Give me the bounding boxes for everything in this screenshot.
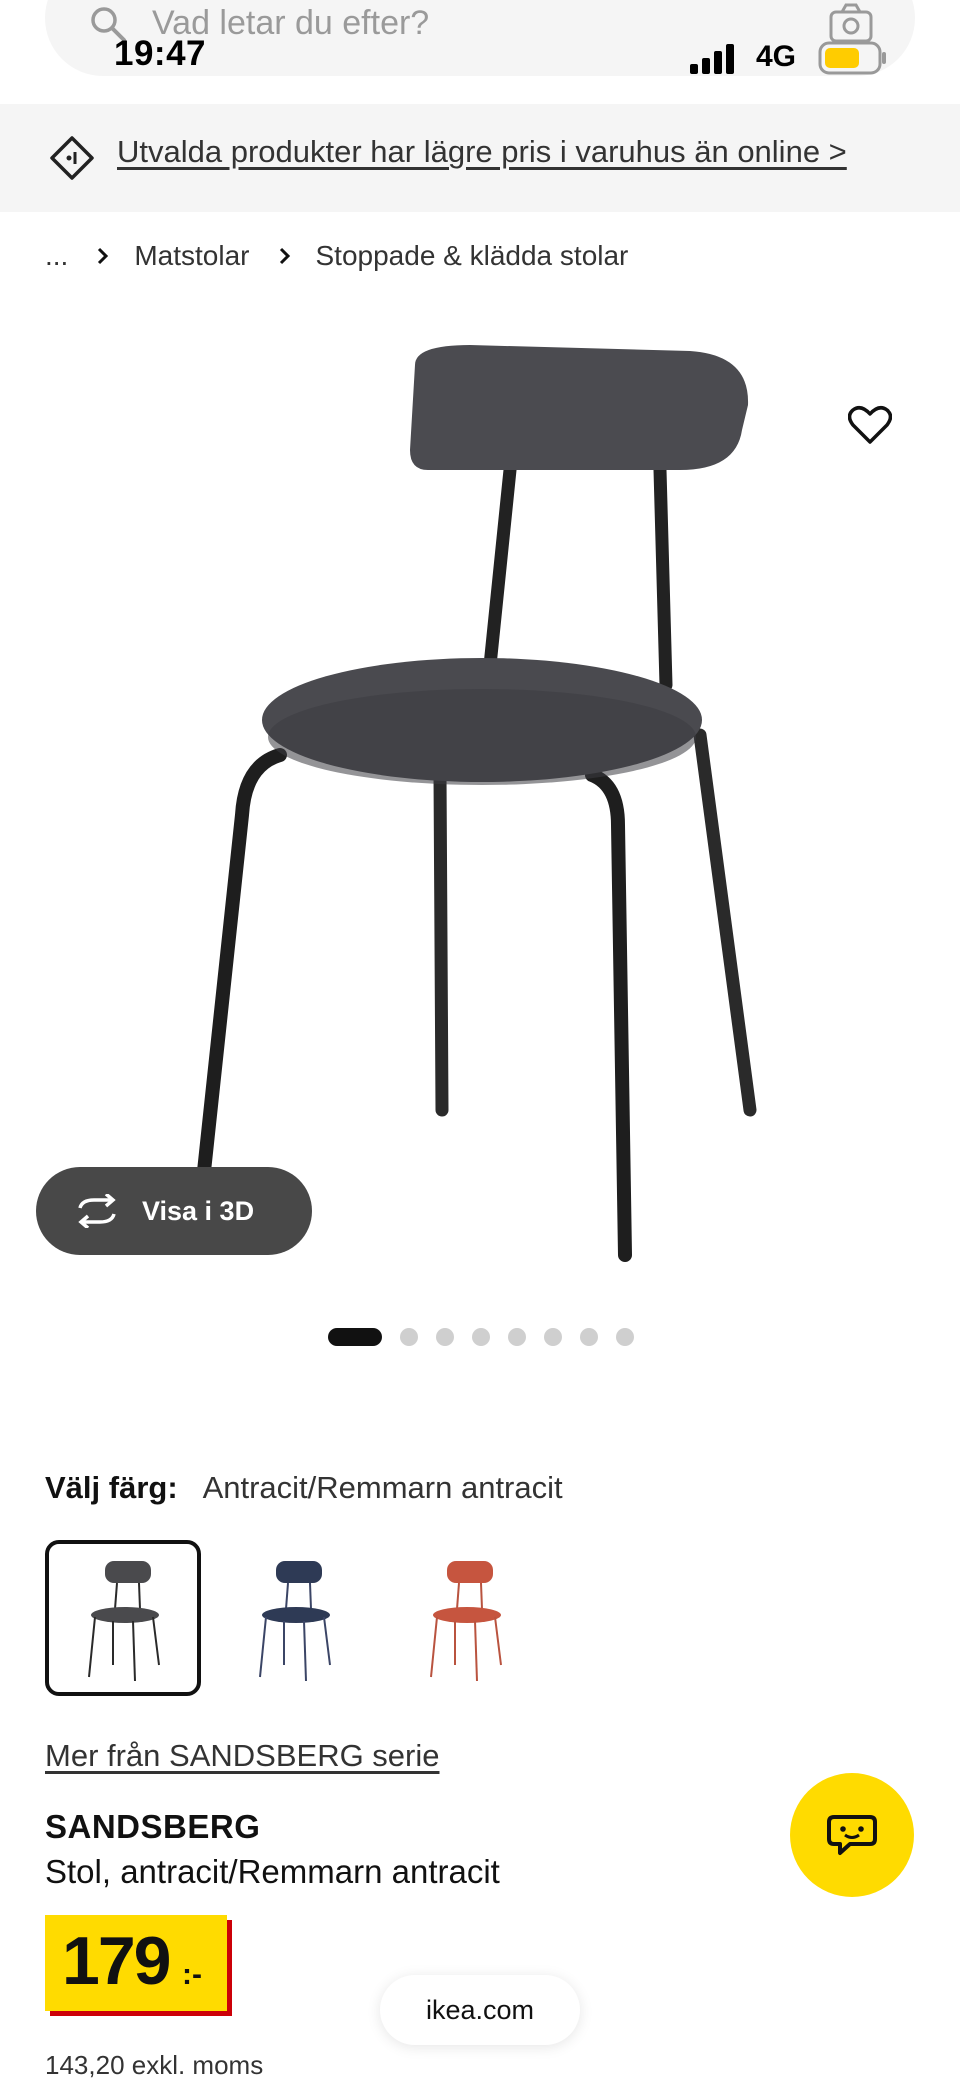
color-label: Välj färg: [45,1470,178,1505]
color-swatch-antracit[interactable] [45,1540,201,1696]
signal-icon [690,44,734,74]
pagination-dot[interactable] [616,1328,634,1346]
breadcrumb-item-matstolar[interactable]: Matstolar [134,240,249,272]
browser-url-bar[interactable]: ikea.com [380,1975,580,2045]
price-tag-icon [50,136,94,180]
camera-icon[interactable] [828,2,874,44]
view-in-3d-label: Visa i 3D [142,1195,255,1226]
pagination-dot[interactable] [400,1328,418,1346]
pagination-dot[interactable] [472,1328,490,1346]
gallery-pagination[interactable] [328,1328,634,1346]
color-swatch-blue[interactable] [216,1540,372,1696]
chair-thumbnail [430,1561,502,1682]
chair-thumbnail [259,1561,331,1682]
status-time: 19:47 [114,34,207,73]
color-selection: Välj färg: Antracit/Remmarn antracit [45,1470,563,1506]
color-value: Antracit/Remmarn antracit [202,1470,563,1505]
breadcrumb-item-more[interactable]: ... [45,240,68,272]
product-name: SANDSBERG [45,1808,261,1845]
heart-icon [848,406,892,444]
promo-link[interactable]: Utvalda produkter har lägre pris i varuh… [117,134,847,170]
view-in-3d-button[interactable]: Visa i 3D [36,1167,312,1255]
pagination-dot[interactable] [580,1328,598,1346]
breadcrumb-item-stoppade[interactable]: Stoppade & klädda stolar [316,240,629,272]
chat-icon [827,1815,877,1855]
pagination-dot-active[interactable] [328,1328,382,1346]
url-text: ikea.com [425,1994,535,2025]
pagination-dot[interactable] [544,1328,562,1346]
price-suffix: :- [182,1958,202,1991]
rotate-3d-icon [78,1194,116,1228]
chair-thumbnail [88,1561,160,1682]
network-label: 4G [756,40,797,73]
product-image-chair[interactable] [170,345,790,1275]
series-link[interactable]: Mer från SANDSBERG serie [45,1738,440,1774]
breadcrumb: ... Matstolar Stoppade & klädda stolar [45,240,628,272]
chevron-right-icon [279,247,290,265]
chevron-right-icon [98,247,109,265]
product-description: Stol, antracit/Remmarn antracit [45,1853,500,1890]
price-integer: 179 [62,1923,171,1999]
color-swatch-red[interactable] [387,1540,543,1696]
chat-button[interactable] [790,1773,914,1897]
pagination-dot[interactable] [508,1328,526,1346]
battery-icon [818,41,886,75]
favorite-button[interactable] [830,385,910,465]
pagination-dot[interactable] [436,1328,454,1346]
price-ex-vat: 143,20 exkl. moms [45,2050,264,2080]
